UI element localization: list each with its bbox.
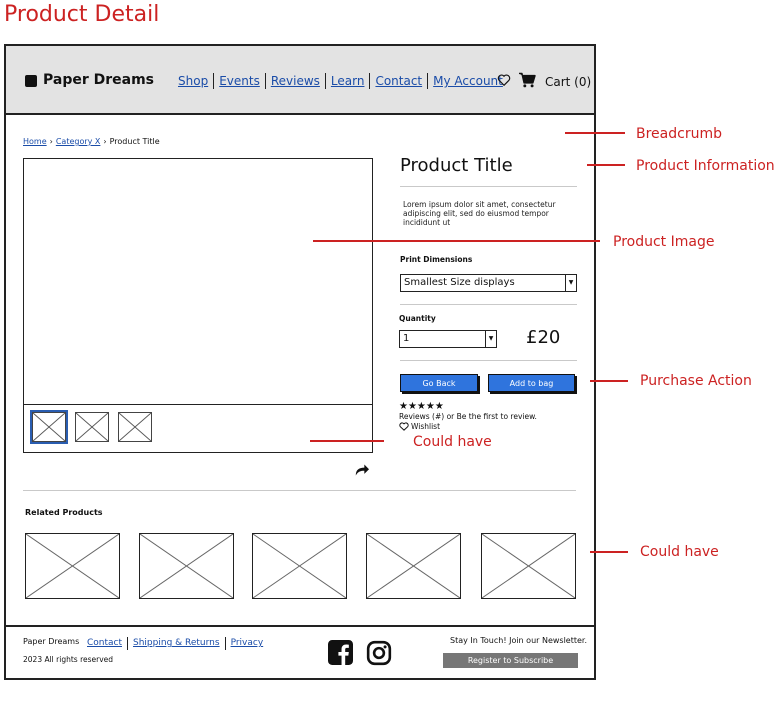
annotation-product-information: Product Information [636,158,775,174]
product-description: Lorem ipsum dolor sit amet, consectetur … [403,200,556,227]
wishlist-link[interactable]: Wishlist [399,422,440,431]
related-product-card[interactable] [481,533,576,599]
annotation-product-image: Product Image [613,234,715,250]
annotation-line [590,380,628,382]
brand-name[interactable]: Paper Dreams [43,72,154,88]
quantity-select[interactable]: 1 ▼ [399,330,497,348]
add-to-bag-button[interactable]: Add to bag [488,374,575,392]
facebook-icon[interactable] [328,640,353,665]
divider [23,490,576,491]
footer-link-contact[interactable]: Contact [87,637,129,650]
annotation-line [310,440,384,442]
cart-label[interactable]: Cart (0) [545,75,591,89]
copyright: 2023 All rights reserved [23,655,114,664]
annotation-could-have: Could have [413,434,492,450]
go-back-button[interactable]: Go Back [400,374,478,392]
heart-icon[interactable] [497,73,511,87]
share-icon[interactable] [354,463,370,477]
instagram-icon[interactable] [366,640,392,666]
footer-link-privacy[interactable]: Privacy [226,637,269,650]
subscribe-button[interactable]: Register to Subscribe [443,653,578,668]
footer-brand: Paper Dreams [23,637,80,646]
chevron-down-icon: ▼ [485,331,496,347]
breadcrumb-home[interactable]: Home [23,137,47,146]
print-dimensions-select[interactable]: Smallest Size displays ▼ [400,274,577,292]
annotation-line [590,551,628,553]
product-price: £20 [526,327,561,348]
print-dimensions-label: Print Dimensions [400,255,473,264]
annotation-line [313,240,600,242]
quantity-value: 1 [403,333,410,344]
quantity-label: Quantity [399,314,436,323]
related-product-card[interactable] [139,533,234,599]
breadcrumb: Home › Category X › Product Title [23,137,160,146]
wishlist-label: Wishlist [411,422,441,431]
thumbnail-image[interactable] [32,412,66,442]
nav-events[interactable]: Events [214,73,266,89]
footer-links: Contact Shipping & Returns Privacy [87,637,268,650]
nav-my-account[interactable]: My Account [428,73,508,89]
related-products-title: Related Products [25,508,103,517]
breadcrumb-category[interactable]: Category X [56,137,101,146]
nav-shop[interactable]: Shop [178,73,215,89]
thumbnail-image[interactable] [118,412,152,442]
annotation-line [587,164,625,166]
related-product-card[interactable] [366,533,461,599]
rating-stars[interactable]: ★★★★★ [399,401,444,412]
print-dimensions-value: Smallest Size displays [404,277,515,288]
divider [400,304,577,305]
related-product-card[interactable] [25,533,120,599]
cart-icon[interactable] [518,72,536,88]
nav-reviews[interactable]: Reviews [266,73,326,89]
newsletter-text: Stay In Touch! Join our Newsletter. [450,636,588,645]
annotation-breadcrumb: Breadcrumb [636,126,722,142]
product-title: Product Title [400,155,513,176]
heart-icon [399,422,409,431]
breadcrumb-separator: › [103,137,107,146]
nav-learn[interactable]: Learn [326,73,371,89]
reviews-link[interactable]: Reviews (#) or Be the first to review. [399,412,537,421]
divider [400,186,577,187]
nav-contact[interactable]: Contact [370,73,429,89]
main-nav: Shop Events Reviews Learn Contact My Acc… [178,73,508,89]
thumbnail-image[interactable] [75,412,109,442]
annotation-purchase-action: Purchase Action [640,373,752,389]
logo-icon [25,75,37,87]
footer-link-shipping[interactable]: Shipping & Returns [128,637,226,650]
annotation-could-have: Could have [640,544,719,560]
divider [400,360,577,361]
page-title: Product Detail [4,2,160,27]
breadcrumb-current: Product Title [109,137,160,146]
related-product-card[interactable] [252,533,347,599]
annotation-line [565,132,625,134]
chevron-down-icon: ▼ [565,275,576,291]
breadcrumb-separator: › [49,137,53,146]
footer-divider [4,625,596,627]
